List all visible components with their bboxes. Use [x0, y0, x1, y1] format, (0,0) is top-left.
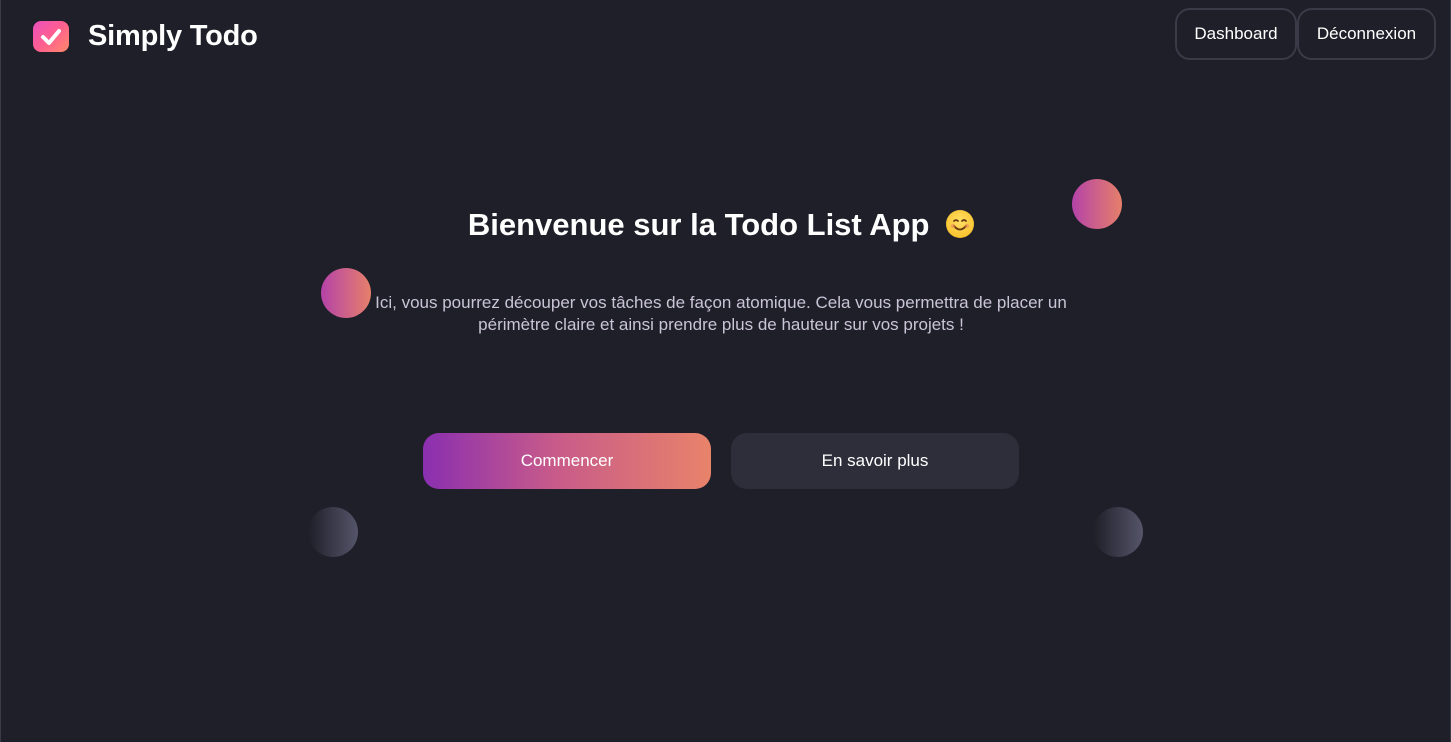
decorative-orb-left [321, 268, 371, 318]
smiling-face-icon [946, 210, 975, 238]
decorative-orb-top-right [1072, 179, 1122, 229]
decorative-orb-bottom-right [1093, 507, 1143, 557]
start-button[interactable]: Commencer [423, 433, 711, 489]
checkmark-icon [33, 21, 69, 52]
top-bar: Simply Todo Dashboard Déconnexion [1, 0, 1451, 74]
decorative-orb-bottom-left [308, 507, 358, 557]
app-logo[interactable]: Simply Todo [33, 20, 258, 53]
hero-description: Ici, vous pourrez découper vos tâches de… [375, 293, 1067, 334]
page-title-text: Bienvenue sur la Todo List App [467, 207, 930, 242]
page-title: Bienvenue sur la Todo List App [1, 207, 1441, 243]
app-name: Simply Todo [88, 20, 258, 52]
learn-more-button[interactable]: En savoir plus [731, 433, 1019, 489]
logout-button[interactable]: Déconnexion [1297, 8, 1436, 60]
dashboard-button[interactable]: Dashboard [1175, 8, 1297, 60]
